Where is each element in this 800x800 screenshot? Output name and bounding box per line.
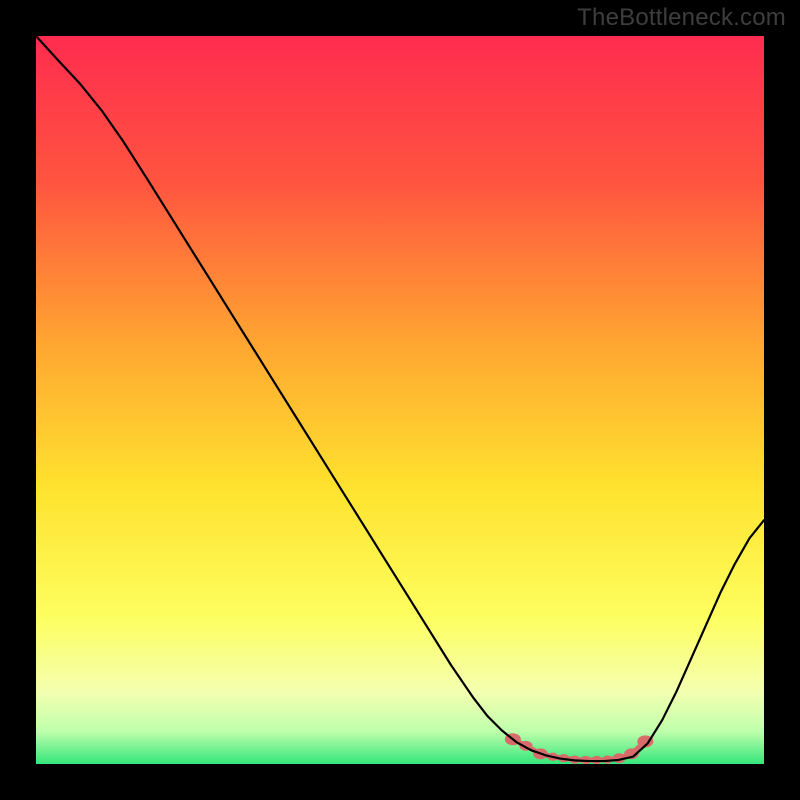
gradient-background	[36, 36, 764, 764]
watermark-text: TheBottleneck.com	[577, 4, 786, 32]
annotation-bead	[591, 756, 602, 764]
chart-frame: TheBottleneck.com	[0, 0, 800, 800]
bottleneck-chart	[36, 36, 764, 764]
